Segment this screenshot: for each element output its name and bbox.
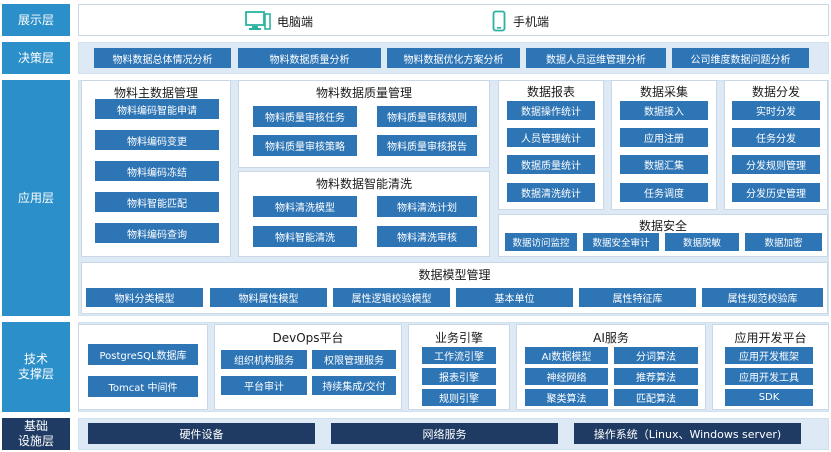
clean-item[interactable]: 物料清洗审核	[377, 226, 477, 247]
model-item[interactable]: 属性特征库	[579, 288, 696, 307]
decision-item[interactable]: 物料数据总体情况分析	[94, 48, 231, 68]
report-item[interactable]: 数据操作统计	[507, 101, 595, 120]
model-item[interactable]: 基本单位	[456, 288, 573, 307]
collect-item[interactable]: 数据汇集	[620, 155, 708, 174]
db-item[interactable]: Tomcat 中间件	[88, 376, 198, 397]
devops-item[interactable]: 持续集成/交付	[312, 376, 396, 395]
decision-item[interactable]: 公司维度数据问题分析	[672, 48, 809, 68]
collect-item[interactable]: 应用注册	[620, 128, 708, 147]
devops-item[interactable]: 平台审计	[221, 376, 307, 395]
panel-title: 物料数据智能清洗	[315, 177, 412, 191]
panel-title: 数据模型管理	[418, 268, 491, 282]
panel-title: AI服务	[593, 331, 629, 345]
devops-item[interactable]: 组织机构服务	[221, 350, 307, 369]
master-item[interactable]: 物料智能匹配	[95, 192, 219, 212]
distribute-item[interactable]: 任务分发	[732, 128, 820, 147]
panel-db	[78, 324, 208, 410]
security-item[interactable]: 数据安全审计	[583, 233, 659, 251]
master-item[interactable]: 物料编码变更	[95, 130, 219, 150]
infra-item[interactable]: 硬件设备	[88, 423, 315, 444]
panel-title: 业务引擎	[434, 331, 483, 345]
ai-item[interactable]: 聚类算法	[525, 389, 608, 406]
quality-item[interactable]: 物料质量审核报告	[377, 135, 477, 156]
panel-title: 数据采集	[639, 85, 688, 99]
master-item[interactable]: 物料编码冻结	[95, 161, 219, 181]
master-item[interactable]: 物料编码智能申请	[95, 99, 219, 119]
panel-title: 应用开发平台	[734, 331, 807, 345]
report-item[interactable]: 数据清洗统计	[507, 183, 595, 202]
db-item[interactable]: PostgreSQL数据库	[88, 344, 198, 365]
distribute-item[interactable]: 分发历史管理	[732, 183, 820, 202]
clean-item[interactable]: 物料清洗模型	[253, 196, 357, 217]
model-item[interactable]: 属性规范校验库	[702, 288, 823, 307]
panel-title: 数据分发	[751, 85, 800, 99]
devplat-item[interactable]: 应用开发框架	[725, 347, 813, 364]
quality-item[interactable]: 物料质量审核规则	[377, 106, 477, 127]
model-item[interactable]: 物料属性模型	[210, 288, 327, 307]
ai-item[interactable]: AI数据模型	[525, 347, 608, 364]
engine-item[interactable]: 报表引擎	[422, 368, 496, 385]
devops-item[interactable]: 权限管理服务	[312, 350, 396, 369]
display-band: 电脑端 手机端	[78, 4, 829, 36]
report-item[interactable]: 数据质量统计	[507, 155, 595, 174]
ai-item[interactable]: 匹配算法	[614, 389, 698, 406]
infra-item[interactable]: 操作系统（Linux、Windows server)	[574, 423, 801, 444]
clean-item[interactable]: 物料清洗计划	[377, 196, 477, 217]
quality-item[interactable]: 物料质量审核策略	[253, 135, 357, 156]
layer-label-display: 展示层	[2, 4, 70, 36]
model-item[interactable]: 物料分类模型	[86, 288, 203, 307]
display-mobile-label: 手机端	[513, 15, 550, 29]
infra-item[interactable]: 网络服务	[331, 423, 558, 444]
layer-label-infra: 基础 设施层	[2, 418, 70, 450]
distribute-item[interactable]: 分发规则管理	[732, 155, 820, 174]
ai-item[interactable]: 神经网络	[525, 368, 608, 385]
devplat-item[interactable]: 应用开发工具	[725, 368, 813, 385]
decision-item[interactable]: 物料数据优化方案分析	[387, 48, 520, 68]
devplat-item[interactable]: SDK	[725, 389, 813, 406]
quality-item[interactable]: 物料质量审核任务	[253, 106, 357, 127]
monitor-icon	[245, 11, 271, 35]
security-item[interactable]: 数据加密	[745, 233, 822, 251]
decision-item[interactable]: 物料数据质量分析	[238, 48, 381, 68]
distribute-item[interactable]: 实时分发	[732, 101, 820, 120]
model-item[interactable]: 属性逻辑校验模型	[333, 288, 450, 307]
master-item[interactable]: 物料编码查询	[95, 223, 219, 243]
engine-item[interactable]: 工作流引擎	[422, 347, 496, 364]
ai-item[interactable]: 推荐算法	[614, 368, 698, 385]
panel-title: 数据安全	[638, 219, 687, 233]
report-item[interactable]: 人员管理统计	[507, 128, 595, 147]
panel-title: DevOps平台	[272, 331, 344, 345]
layer-label-decision: 决策层	[2, 42, 70, 74]
collect-item[interactable]: 数据接入	[620, 101, 708, 120]
engine-item[interactable]: 规则引擎	[422, 389, 496, 406]
ai-item[interactable]: 分词算法	[614, 347, 698, 364]
collect-item[interactable]: 任务调度	[620, 183, 708, 202]
security-item[interactable]: 数据脱敏	[665, 233, 739, 251]
clean-item[interactable]: 物料智能清洗	[253, 226, 357, 247]
security-item[interactable]: 数据访问监控	[505, 233, 577, 251]
display-pc-label: 电脑端	[277, 15, 314, 29]
layer-label-application: 应用层	[2, 80, 70, 316]
layer-label-tech: 技术 支撑层	[2, 322, 70, 412]
phone-icon	[492, 10, 506, 36]
panel-title: 物料数据质量管理	[315, 86, 412, 100]
decision-item[interactable]: 数据人员运维管理分析	[526, 48, 666, 68]
panel-title: 数据报表	[526, 85, 575, 99]
